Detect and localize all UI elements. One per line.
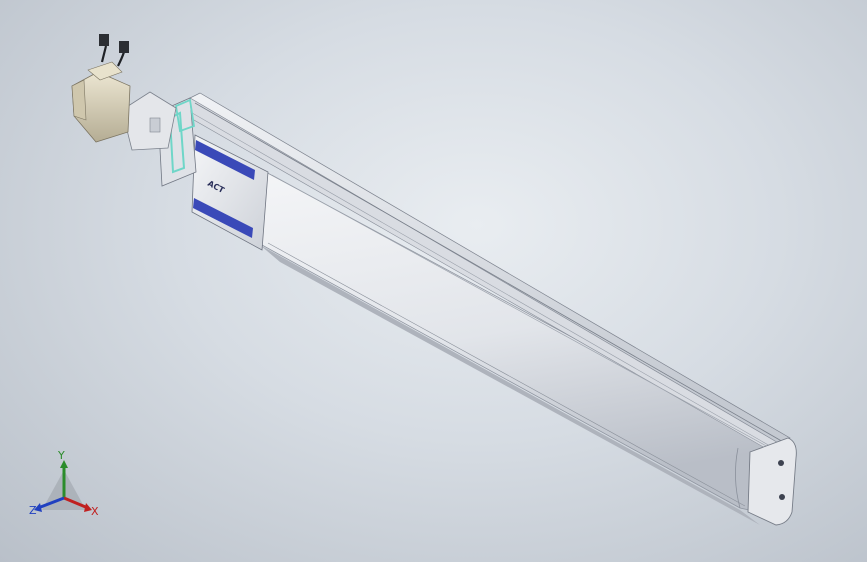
adapter-window — [149, 117, 161, 133]
end-cap-screw-bottom — [779, 494, 785, 500]
body-side-face — [261, 169, 773, 516]
rail-face — [179, 97, 781, 453]
linear-actuator-model[interactable]: ACT — [0, 0, 867, 562]
servo-motor[interactable] — [71, 61, 131, 143]
cable-2 — [117, 51, 126, 67]
connector-plug-1 — [99, 34, 109, 46]
motor-rear-face — [71, 79, 87, 121]
axis-x-label: X — [91, 505, 99, 518]
orientation-triad[interactable] — [24, 450, 104, 530]
body-crease — [271, 174, 771, 449]
axis-z-label: Z — [29, 504, 37, 517]
motor-adapter[interactable] — [121, 91, 177, 151]
connector-plug-2 — [119, 41, 129, 53]
actuator-body[interactable] — [179, 92, 797, 526]
adapter-body — [121, 91, 177, 151]
motor-cables[interactable] — [99, 34, 129, 67]
axis-y-label: Y — [58, 449, 65, 462]
cable-1 — [100, 45, 108, 63]
top-rail — [189, 92, 791, 445]
rail-groove — [194, 102, 786, 444]
rail-groove-2 — [186, 109, 778, 451]
end-cap-screw-top — [778, 460, 784, 466]
end-cap[interactable] — [747, 437, 797, 526]
cad-viewport[interactable]: ACT Y X Z — [0, 0, 867, 562]
